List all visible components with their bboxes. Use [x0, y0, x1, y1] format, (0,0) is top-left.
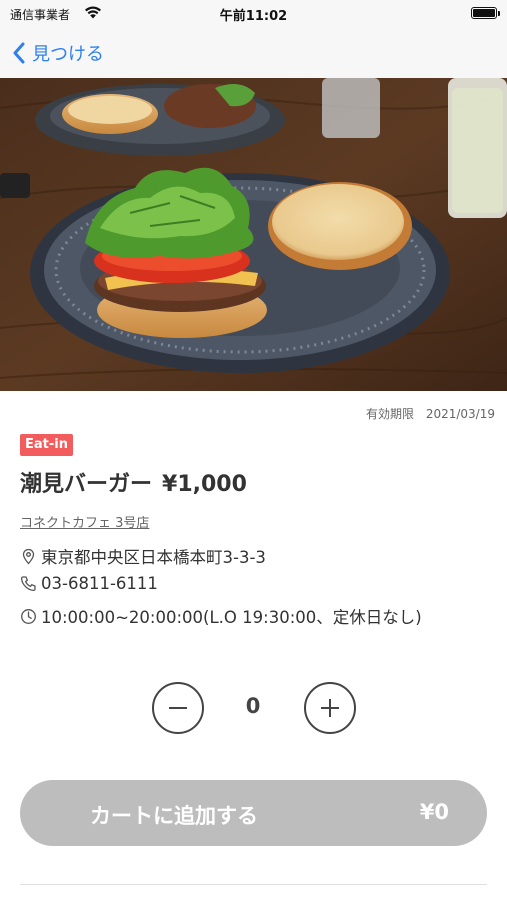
- clock-icon: [21, 608, 36, 624]
- status-bar: 通信事業者 午前11:02: [0, 0, 507, 28]
- cart-total: ¥0: [419, 800, 449, 824]
- plus-icon: [321, 699, 339, 717]
- location-pin-icon: [22, 548, 35, 564]
- add-to-cart-button[interactable]: カートに追加する ¥0: [20, 780, 487, 846]
- bottom-divider: [20, 884, 487, 885]
- address-row: 東京都中央区日本橋本町3-3-3: [20, 544, 266, 568]
- chevron-left-icon: [13, 42, 25, 64]
- hours-row: 10:00:00~20:00:00(L.O 19:30:00、定休日なし): [20, 604, 422, 628]
- product-image: [0, 78, 507, 391]
- shop-name-link[interactable]: コネクトカフェ 3号店: [20, 512, 149, 531]
- phone-text: 03-6811-6111: [41, 574, 158, 593]
- expiry-date: 2021/03/19: [425, 407, 495, 421]
- product-name: 潮見バーガー: [20, 472, 153, 497]
- back-button[interactable]: 見つける: [12, 38, 104, 68]
- phone-row: 03-6811-6111: [20, 574, 158, 593]
- address-text: 東京都中央区日本橋本町3-3-3: [41, 548, 266, 567]
- product-title: 潮見バーガー ¥1,000: [20, 466, 247, 498]
- product-price: ¥1,000: [162, 472, 247, 497]
- quantity-value: 0: [245, 694, 261, 718]
- status-time: 午前11:02: [219, 9, 288, 24]
- battery-icon: [471, 7, 500, 19]
- back-label: 見つける: [32, 44, 104, 65]
- add-to-cart-label: カートに追加する: [90, 804, 258, 828]
- expiry-label: 有効期限: [365, 407, 414, 421]
- phone-icon: [20, 576, 36, 592]
- increase-quantity-button[interactable]: [304, 682, 356, 734]
- expiry-info: 有効期限 2021/03/19: [358, 405, 495, 422]
- eat-in-badge: Eat-in: [20, 434, 73, 456]
- minus-icon: [169, 707, 187, 709]
- decrease-quantity-button[interactable]: [152, 682, 204, 734]
- hours-text: 10:00:00~20:00:00(L.O 19:30:00、定休日なし): [41, 608, 422, 627]
- navigation-bar: 見つける: [0, 28, 507, 78]
